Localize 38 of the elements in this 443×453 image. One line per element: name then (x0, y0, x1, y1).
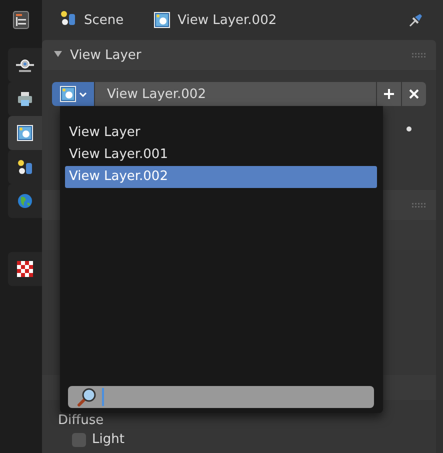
tool-icon[interactable] (16, 57, 34, 73)
close-icon (409, 89, 419, 99)
printer-icon[interactable] (17, 91, 33, 107)
layer-name-field[interactable]: View Layer.002 (95, 82, 376, 106)
properties-tab[interactable] (8, 48, 42, 82)
search-icon (76, 387, 98, 407)
search-field[interactable] (68, 386, 374, 408)
browse-layer-button[interactable] (52, 82, 94, 106)
panel-header[interactable]: View Layer (42, 40, 436, 70)
chevron-icon (78, 92, 86, 96)
checker-icon[interactable] (17, 261, 33, 277)
remove-layer-button[interactable] (402, 82, 426, 106)
shapes-icon[interactable] (17, 159, 33, 175)
properties-tab[interactable] (8, 252, 42, 286)
layer-menu-item[interactable]: View Layer.001 (65, 144, 377, 166)
editor-type-icon[interactable] (13, 11, 29, 29)
properties-tab[interactable] (8, 82, 42, 116)
picture-icon (60, 86, 76, 102)
drag-handle-icon[interactable] (412, 52, 426, 58)
scene-name[interactable]: Scene (84, 12, 124, 28)
pin-icon[interactable] (408, 12, 424, 28)
layer-menu-item[interactable]: View Layer.002 (65, 166, 377, 188)
checkbox[interactable] (72, 432, 86, 446)
globe-icon[interactable] (17, 193, 33, 209)
plus-icon (383, 88, 395, 100)
add-layer-button[interactable] (377, 82, 401, 106)
picture-icon (154, 12, 170, 28)
properties-tab[interactable] (8, 116, 42, 150)
layer-menu-item[interactable]: View Layer (65, 122, 377, 144)
properties-tab[interactable] (8, 150, 42, 184)
panel-title: View Layer (70, 48, 142, 62)
section-label: Diffuse (58, 413, 105, 428)
drag-handle-icon[interactable] (412, 202, 426, 208)
scene-icon (60, 10, 76, 26)
dot-icon[interactable] (406, 126, 412, 132)
picture-icon[interactable] (17, 125, 33, 141)
checkbox-label: Light (92, 432, 124, 447)
view-layer-name[interactable]: View Layer.002 (178, 12, 277, 28)
